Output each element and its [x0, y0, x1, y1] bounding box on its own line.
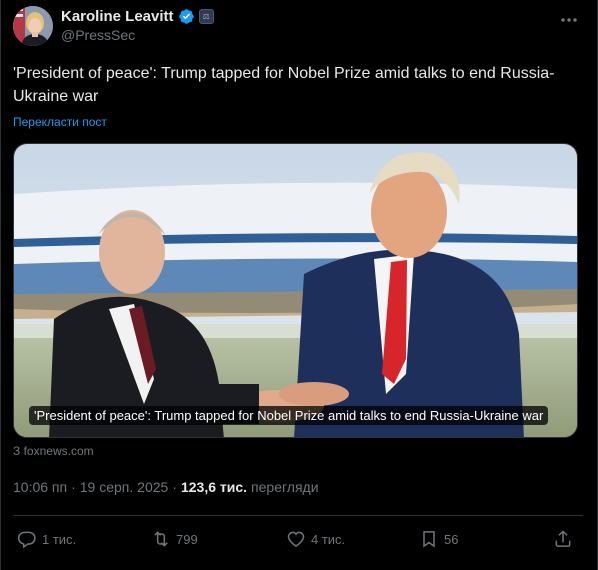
bookmark-icon [423, 531, 435, 548]
share-button[interactable] [553, 524, 573, 554]
more-dots-icon [561, 18, 577, 22]
share-icon [555, 530, 571, 547]
card-image [14, 144, 577, 437]
post-container: Karoline Leavitt ⚖ @PressSec 'President … [0, 0, 598, 570]
heart-icon [287, 531, 305, 547]
bookmark-button[interactable]: 56 [419, 524, 458, 554]
divider [13, 515, 583, 516]
affiliation-badge-glyph: ⚖ [202, 11, 210, 21]
views-label: перегляди [251, 479, 319, 495]
like-count: 4 тис. [311, 531, 346, 547]
more-options-icon[interactable] [559, 10, 579, 35]
card-caption: 'President of peace': Trump tapped for N… [29, 406, 549, 425]
view-count: 123,6 тис. [180, 479, 248, 495]
post-date[interactable]: 19 серп. 2025 [80, 479, 169, 495]
avatar[interactable] [13, 6, 53, 46]
bookmark-count: 56 [444, 531, 459, 547]
affiliation-badge-icon[interactable]: ⚖ [198, 8, 214, 24]
repost-button[interactable]: 799 [151, 524, 198, 554]
reply-button[interactable]: 1 тис. [17, 524, 76, 554]
reply-count: 1 тис. [42, 531, 77, 547]
post-time[interactable]: 10:06 пп [13, 479, 67, 495]
verified-badge-icon [178, 8, 194, 24]
author-display-name[interactable]: Karoline Leavitt [61, 8, 174, 25]
avatar-image [13, 6, 53, 46]
card-source[interactable]: З foxnews.com [13, 444, 94, 458]
meta-separator-views: · [172, 479, 177, 495]
link-card[interactable]: 'President of peace': Trump tapped for N… [13, 143, 578, 438]
author-handle[interactable]: @PressSec [61, 27, 135, 43]
post-meta: 10:06 пп · 19 серп. 2025 · 123,6 тис. пе… [13, 479, 319, 495]
like-button[interactable]: 4 тис. [286, 524, 345, 554]
repost-count: 799 [176, 531, 198, 547]
reply-icon [17, 531, 36, 549]
translate-post-link[interactable]: Перекласти пост [13, 115, 107, 129]
action-bar: 1 тис. 799 4 тис. 56 [1, 524, 598, 554]
repost-icon [154, 531, 168, 547]
author-name-row: Karoline Leavitt ⚖ [61, 7, 214, 25]
meta-separator: · [71, 479, 76, 495]
post-text: 'President of peace': Trump tapped for N… [13, 65, 555, 105]
